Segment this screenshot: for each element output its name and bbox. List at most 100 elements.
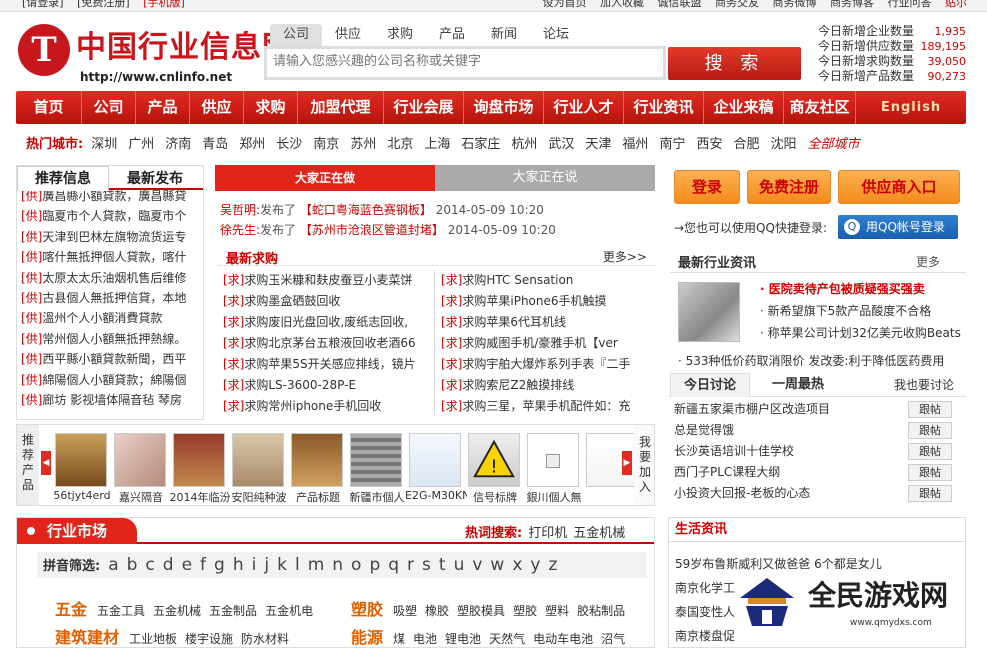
buy-item[interactable]: [求]求购废旧光盘回收,废纸志回收, [223,312,433,333]
pinyin-letter[interactable]: y [530,555,540,575]
market-link[interactable]: 五金工具 [97,604,145,618]
news-thumbnail-image[interactable] [678,282,740,342]
nav-inquiry[interactable]: 询盘市场 [464,91,544,124]
market-link[interactable]: 沼气 [601,632,625,646]
list-item[interactable]: [供]廊坊 影视墙体隔音毡 琴房 [21,390,203,410]
search-button[interactable]: 搜 索 [668,47,801,80]
nav-franchise[interactable]: 加盟代理 [298,91,384,124]
pinyin-letter[interactable]: t [439,555,446,575]
product-caption[interactable]: 2014年临汾 [169,489,231,505]
market-category[interactable]: 五金 [55,600,87,619]
product-caption[interactable]: 嘉兴隔音 [110,489,172,505]
list-item[interactable]: [供]常州個人小額無抵押熱線。 [21,329,203,349]
search-tab-news[interactable]: 新闻 [478,24,530,46]
add-favorite-link[interactable]: 加入收藏 [600,0,644,9]
hot-word-link[interactable]: 打印机 [528,526,567,541]
city-link[interactable]: 福州 [622,137,648,152]
pinyin-letter[interactable]: r [407,555,414,575]
pinyin-letter[interactable]: k [277,555,287,575]
market-link[interactable]: 工业地板 [129,632,177,646]
buy-item[interactable]: [求]求购苹果5S开关感应排线，镜片 [223,354,433,375]
list-item[interactable]: [供]臨夏市个人貸款，臨夏市个 [21,206,203,226]
reply-button[interactable]: 跟帖 [908,422,952,439]
market-link[interactable]: 塑胶 [513,604,537,618]
reply-button[interactable]: 跟帖 [908,443,952,460]
city-link[interactable]: 长沙 [276,137,302,152]
pinyin-letter[interactable]: a [108,555,118,575]
join-link[interactable]: 我要加入 [634,425,654,505]
market-link[interactable]: 煤 [393,632,405,646]
city-link[interactable]: 石家庄 [461,137,500,152]
list-item[interactable]: [供]溫州个人小額消費貸款 [21,308,203,328]
product-image[interactable] [409,433,461,487]
product-caption[interactable]: 信号标牌 [464,489,526,505]
industry-news-more-link[interactable]: 更多 [916,253,940,270]
list-item[interactable]: [供]天津到巴林左旗物流货运专 [21,227,203,247]
city-link[interactable]: 西安 [696,137,722,152]
market-category[interactable]: 能源 [351,628,383,647]
market-link[interactable]: 五金制品 [209,604,257,618]
broken-image-icon[interactable] [527,433,579,487]
pinyin-letter[interactable]: c [145,555,154,575]
product-image[interactable] [55,433,107,487]
city-link[interactable]: 合肥 [733,137,759,152]
buy-item[interactable]: [求]求购玉米糠和麸皮蚕豆小麦菜饼 [223,270,433,291]
feed-user[interactable]: 吴哲明: [220,203,260,217]
tab-today-discussion[interactable]: 今日讨论 [670,373,750,397]
city-link[interactable]: 北京 [387,137,413,152]
all-cities-link[interactable]: 全部城市 [808,137,860,152]
reply-button[interactable]: 跟帖 [908,401,952,418]
city-link[interactable]: 南京 [313,137,339,152]
list-item[interactable]: [供]古县個人無抵押信貸，本地 [21,288,203,308]
product-image[interactable] [114,433,166,487]
nav-home[interactable]: 首页 [16,91,82,124]
pinyin-letter[interactable]: g [214,555,225,575]
product-caption[interactable]: E2G-M30KN1 [405,489,467,502]
reply-button[interactable]: 跟帖 [908,485,952,502]
market-link[interactable]: 防水材料 [241,632,289,646]
news-item[interactable]: · 新希望旗下5款产品酸度不合格 [760,300,961,322]
market-link[interactable]: 电动车电池 [533,632,593,646]
pinyin-letter[interactable]: e [182,555,192,575]
buy-item[interactable]: [求]求购HTC Sensation [441,270,651,291]
market-link[interactable]: 五金机电 [265,604,313,618]
buy-item[interactable]: [求]求购苹果6代耳机线 [441,312,651,333]
market-link[interactable]: 塑胶模具 [457,604,505,618]
product-image[interactable] [173,433,225,487]
discussion-link[interactable]: 小投资大回报-老板的心态 [674,486,810,500]
nav-community[interactable]: 商友社区 [784,91,856,124]
register-button[interactable]: 免费注册 [747,170,831,204]
city-link[interactable]: 苏州 [350,137,376,152]
market-link[interactable]: 胶粘制品 [577,604,625,618]
tab-recommended[interactable]: 推荐信息 [17,166,109,191]
tab-latest[interactable]: 最新发布 [109,167,201,191]
scroll-left-icon[interactable]: ◀ [41,451,51,475]
discussion-link[interactable]: 总是觉得饿 [674,423,734,437]
market-category[interactable]: 塑胶 [351,600,383,619]
discussion-link[interactable]: 长沙英语培训十佳学校 [674,444,794,458]
market-link[interactable]: 电池 [413,632,437,646]
reply-button[interactable]: 跟帖 [908,464,952,481]
misc-link[interactable]: 贴尔 [945,0,967,9]
search-input[interactable] [273,54,653,69]
login-button[interactable]: 登录 [674,170,740,204]
pinyin-letter[interactable]: d [163,555,174,575]
business-weibo-link[interactable]: 商务微博 [773,0,817,9]
market-category[interactable]: 建筑建材 [55,628,119,647]
news-item[interactable]: · 533种低价药取消限价 发改委:利于降低医药费用 [678,352,944,369]
set-homepage-link[interactable]: 设为首页 [543,0,587,9]
pinyin-letter[interactable]: b [127,555,138,575]
city-link[interactable]: 南宁 [659,137,685,152]
product-caption[interactable]: 安阳纯种波 [228,489,290,505]
credit-alliance-link[interactable]: 诚信联盟 [658,0,702,9]
city-link[interactable]: 武汉 [548,137,574,152]
discussion-link[interactable]: 西门子PLC课程大纲 [674,465,780,479]
buy-item[interactable]: [求]求购苹果iPhone6手机触摸 [441,291,651,312]
buy-item[interactable]: [求]求购威图手机/豪雅手机【ver [441,333,651,354]
business-blog-link[interactable]: 商务博客 [830,0,874,9]
feed-title[interactable]: 【蛇口粤海蓝色赛钢板】 [300,203,432,217]
nav-news[interactable]: 行业资讯 [624,91,704,124]
city-link[interactable]: 济南 [165,137,191,152]
buy-item[interactable]: [求]求购宇舶大爆炸系列手表『二手 [441,354,651,375]
list-item[interactable]: [供]西平縣小額貸款新聞，西平 [21,349,203,369]
